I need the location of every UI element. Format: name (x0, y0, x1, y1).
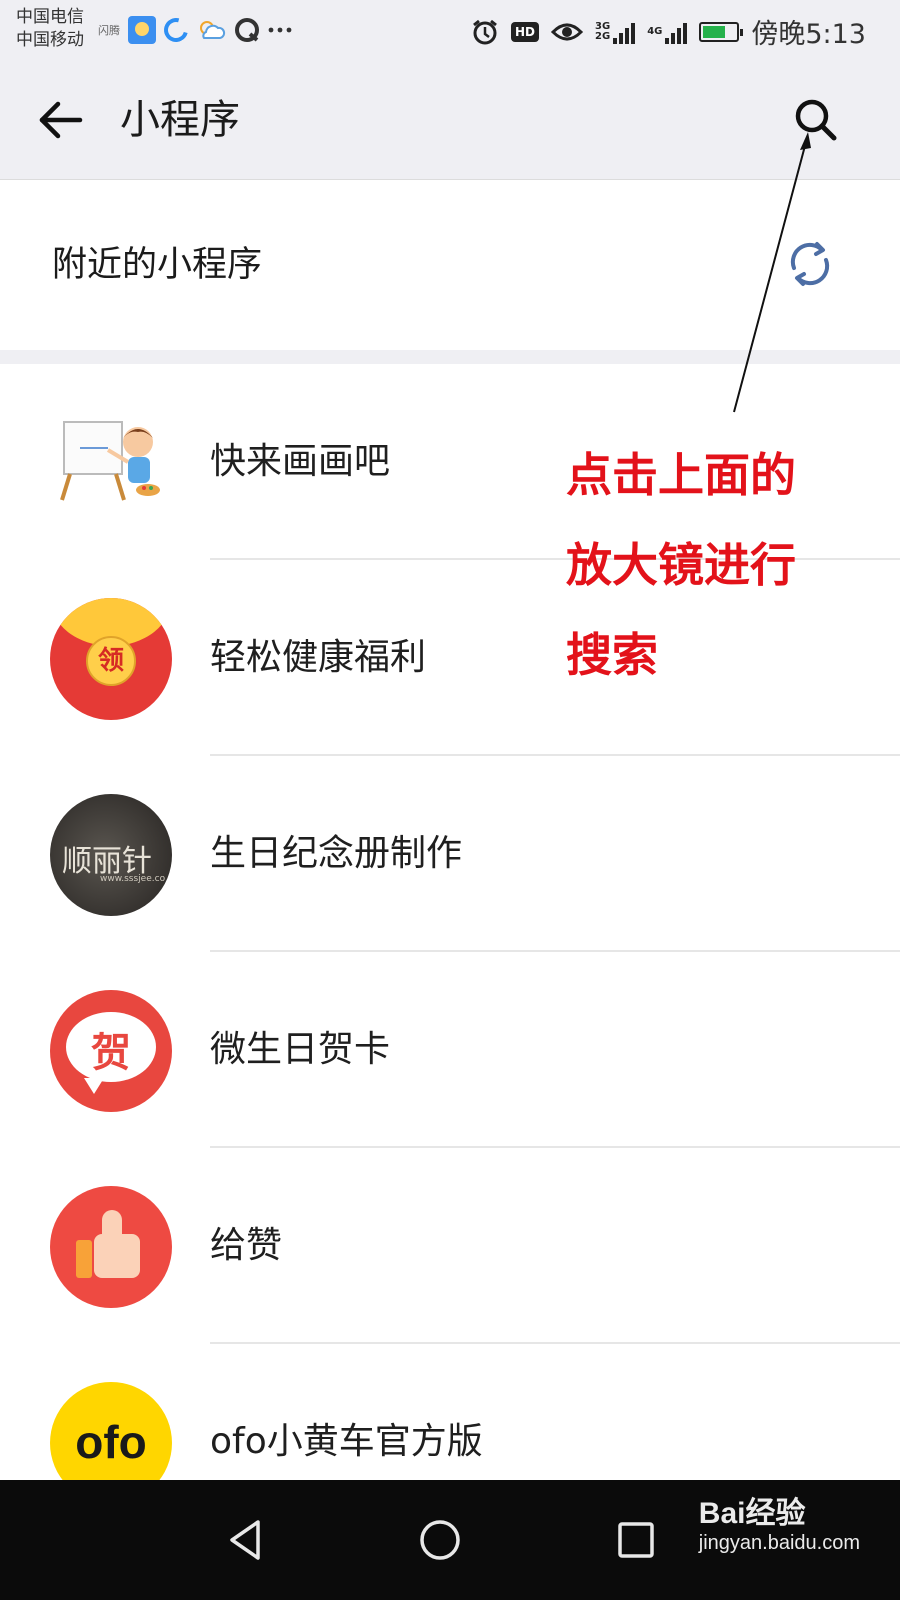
battery-fill (703, 25, 725, 38)
ofo-logo-text: ofo (75, 1416, 147, 1468)
signal-3g: 3G 2G (595, 20, 636, 44)
navigation-bar: Bai经验 jingyan.baidu.com (0, 1480, 900, 1600)
app-name: 轻松健康福利 (210, 637, 427, 678)
album-icon: 顺丽针 www.sssjee.co (50, 794, 172, 916)
nav-recents-button[interactable] (606, 1510, 666, 1570)
app-name: 微生日贺卡 (210, 1029, 391, 1070)
nav-home-button[interactable] (410, 1510, 470, 1570)
network-label-2: 2G (595, 30, 611, 42)
search-button[interactable] (788, 92, 844, 148)
nearby-label: 附近的小程序 (52, 245, 263, 285)
thumb-finger (102, 1210, 122, 1244)
hd-badge: HD (511, 21, 540, 42)
section-gap (0, 350, 900, 364)
search-icon (795, 99, 837, 141)
app-name: 给赞 (210, 1225, 283, 1266)
arrow-left-icon (39, 101, 83, 139)
annotation-line-3: 搜索 (566, 628, 658, 682)
more-icon (268, 27, 292, 33)
app-name: 快来画画吧 (210, 441, 391, 482)
annotation-text: 点击上面的 放大镜进行 搜索 (566, 430, 866, 700)
list-item[interactable]: 给赞 (0, 1148, 900, 1344)
browser-app-icon (159, 13, 193, 47)
eye-icon (551, 23, 584, 40)
app-header: 小程序 (0, 62, 900, 180)
square-recents-icon (618, 1522, 654, 1558)
album-icon-subtext: www.sssjee.co (100, 874, 166, 884)
battery-icon (699, 21, 744, 42)
status-bar: 中国电信 中国移动 闪腾 HD 3G 2G 4G 傍晚5:13 (0, 0, 900, 62)
annotation-line-2: 放大镜进行 (566, 538, 796, 592)
thumbs-up-icon (50, 1186, 172, 1308)
triangle-back-icon (230, 1520, 260, 1560)
carrier-2: 中国移动 (16, 30, 84, 50)
red-envelope-icon: 领 (50, 598, 172, 720)
network-label-1: 3G (595, 20, 611, 32)
status-right: HD 3G 2G 4G 傍晚5:13 (471, 12, 866, 51)
watermark-url: jingyan.baidu.com (698, 1532, 860, 1554)
network-label-3: 4G (647, 25, 663, 37)
app-name: ofo小黄车官方版 (210, 1421, 483, 1462)
signal-4g: 4G (647, 20, 688, 44)
back-button[interactable] (34, 92, 90, 148)
signal-bars-2 (665, 20, 688, 44)
refresh-button[interactable] (784, 238, 836, 290)
q-app-icon (235, 18, 259, 42)
alarm-icon (473, 19, 497, 44)
notification-label: 闪腾 (98, 24, 120, 37)
refresh-icon (790, 242, 830, 286)
annotation-line-1: 点击上面的 (566, 448, 796, 502)
nearby-mini-programs-row[interactable]: 附近的小程序 (0, 180, 900, 350)
list-item[interactable]: 贺 微生日贺卡 (0, 952, 900, 1148)
carrier-info: 中国电信 中国移动 (16, 6, 84, 52)
notification-icons: 闪腾 (98, 13, 292, 47)
circle-home-icon (420, 1520, 460, 1560)
nav-back-button[interactable] (216, 1510, 276, 1570)
watermark-logo: Bai经验 (698, 1497, 806, 1530)
thumb-cuff (76, 1240, 92, 1278)
app-name: 生日纪念册制作 (210, 833, 463, 874)
status-time: 傍晚5:13 (751, 19, 866, 50)
baidu-jingyan-watermark: Bai经验 jingyan.baidu.com (699, 1488, 860, 1555)
page-title: 小程序 (120, 97, 240, 143)
envelope-badge: 领 (86, 636, 136, 686)
painting-icon (60, 421, 160, 501)
weather-icon (200, 21, 226, 39)
greeting-card-icon: 贺 (50, 990, 172, 1112)
list-item[interactable]: 顺丽针 www.sssjee.co 生日纪念册制作 (0, 756, 900, 952)
photo-app-icon (128, 16, 156, 44)
greeting-card-char: 贺 (91, 1030, 131, 1076)
carrier-1: 中国电信 (16, 7, 84, 27)
signal-bars-1 (613, 20, 636, 44)
